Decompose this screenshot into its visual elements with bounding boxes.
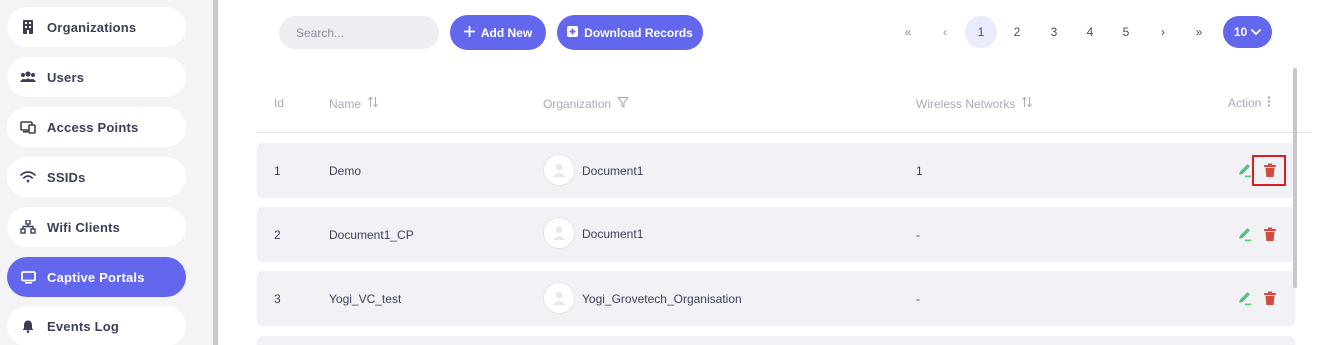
sidebar-item-access-points[interactable]: Access Points (7, 107, 186, 147)
edit-icon[interactable] (1236, 289, 1254, 307)
table-row: 3 Yogi_VC_test Yogi_Grovetech_Organisati… (257, 271, 1295, 326)
user-icon (553, 226, 565, 240)
cell-organization: Yogi_Grovetech_Organisation (582, 292, 742, 306)
sidebar-item-label: Captive Portals (47, 269, 145, 285)
column-header-name[interactable]: Name (329, 96, 379, 111)
more-vertical-icon[interactable] (1267, 96, 1271, 110)
delete-highlight-box (1252, 155, 1286, 186)
pagination-page-4[interactable]: 4 (1074, 16, 1106, 48)
network-icon (20, 219, 36, 235)
cell-name: Yogi_VC_test (329, 292, 402, 306)
pagination-page-1[interactable]: 1 (965, 16, 997, 48)
cell-wireless-networks: 1 (916, 164, 923, 178)
main-panel: Add New Download Records « ‹ 1 2 3 4 5 ›… (218, 0, 1326, 345)
table-row: 1 Demo Document1 1 (257, 143, 1295, 198)
building-icon (20, 19, 36, 35)
add-new-label: Add New (480, 25, 533, 40)
cell-id: 1 (274, 164, 281, 178)
sidebar: Organizations Users Access Points SSIDs … (0, 0, 214, 345)
filter-icon[interactable] (617, 96, 629, 111)
sidebar-item-label: Access Points (47, 119, 139, 135)
sidebar-item-wifi-clients[interactable]: Wifi Clients (7, 207, 186, 247)
cell-id: 2 (274, 228, 281, 242)
trash-icon[interactable] (1261, 225, 1279, 243)
column-header-id: Id (274, 96, 284, 110)
monitor-icon (20, 269, 36, 285)
sidebar-item-organizations[interactable]: Organizations (7, 7, 186, 47)
pagination-page-5[interactable]: 5 (1110, 16, 1142, 48)
avatar (543, 217, 575, 249)
pagination-page-3[interactable]: 3 (1038, 16, 1070, 48)
sidebar-item-label: Organizations (47, 19, 137, 35)
page-size-select[interactable]: 10 (1223, 16, 1272, 48)
column-header-organization[interactable]: Organization (543, 96, 629, 111)
cell-id: 3 (274, 292, 281, 306)
cell-organization: Document1 (582, 227, 644, 241)
user-icon (553, 291, 565, 305)
sidebar-item-label: SSIDs (47, 169, 86, 185)
table-row (257, 336, 1295, 345)
plus-icon (463, 25, 476, 40)
column-header-label: Id (274, 96, 285, 110)
sidebar-item-ssids[interactable]: SSIDs (7, 157, 186, 197)
pagination-page-2[interactable]: 2 (1001, 16, 1033, 48)
cell-name: Demo (329, 164, 362, 178)
column-header-label: Action (1228, 96, 1262, 110)
sidebar-item-users[interactable]: Users (7, 57, 186, 97)
sidebar-item-label: Wifi Clients (47, 219, 121, 235)
trash-icon[interactable] (1261, 289, 1279, 307)
table-scrollbar[interactable] (1293, 68, 1297, 288)
sidebar-item-label: Events Log (47, 318, 120, 334)
user-icon (553, 163, 565, 177)
column-header-label: Organization (543, 96, 612, 111)
cell-wireless-networks: - (916, 228, 920, 242)
pagination-next[interactable]: › (1147, 16, 1179, 48)
table-row: 2 Document1_CP Document1 - (257, 207, 1295, 262)
devices-icon (20, 119, 36, 135)
column-header-label: Wireless Networks (916, 96, 1016, 111)
users-icon (20, 69, 36, 85)
column-header-label: Name (329, 96, 362, 111)
column-header-action: Action (1228, 96, 1271, 110)
add-new-button[interactable]: Add New (450, 15, 546, 50)
sort-icon[interactable] (367, 96, 379, 111)
pagination-last[interactable]: » (1183, 16, 1215, 48)
download-records-button[interactable]: Download Records (557, 15, 703, 50)
avatar (543, 154, 575, 186)
chevron-down-icon (1251, 25, 1262, 39)
column-header-wireless-networks[interactable]: Wireless Networks (916, 96, 1033, 111)
download-records-label: Download Records (584, 25, 693, 40)
pagination-first[interactable]: « (892, 16, 924, 48)
sidebar-item-events-log[interactable]: Events Log (7, 306, 186, 345)
table-header-divider (256, 132, 1312, 133)
wifi-icon (20, 169, 36, 185)
sidebar-item-label: Users (47, 69, 85, 85)
sort-icon[interactable] (1021, 96, 1033, 111)
pagination-prev[interactable]: ‹ (929, 16, 961, 48)
page-size-value: 10 (1233, 25, 1248, 39)
cell-wireless-networks: - (916, 292, 920, 306)
sidebar-item-captive-portals[interactable]: Captive Portals (7, 257, 186, 297)
edit-icon[interactable] (1236, 225, 1254, 243)
cell-organization: Document1 (582, 164, 644, 178)
bell-icon (20, 318, 36, 334)
search-input[interactable] (279, 16, 439, 49)
plus-square-icon (567, 25, 579, 40)
avatar (543, 282, 575, 314)
cell-name: Document1_CP (329, 228, 414, 242)
